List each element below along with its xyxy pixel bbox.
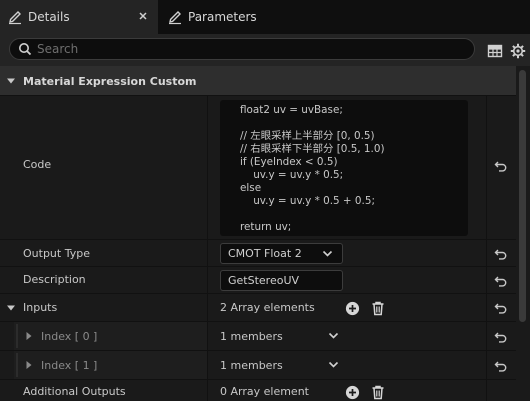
code-line: float2 uv = uvBase; bbox=[240, 104, 343, 116]
indent-bar bbox=[16, 324, 18, 348]
description-field[interactable]: GetStereoUV bbox=[220, 270, 343, 291]
caret-right-icon[interactable] bbox=[24, 331, 34, 341]
code-line: if (EyeIndex < 0.5) bbox=[240, 156, 338, 168]
index-label: Index [ 0 ] bbox=[41, 330, 98, 343]
additional-outputs-row: Additional Outputs 0 Array element bbox=[0, 380, 516, 401]
description-row: Description GetStereoUV bbox=[0, 267, 516, 294]
caret-right-icon[interactable] bbox=[24, 360, 34, 370]
caret-down-icon[interactable] bbox=[6, 76, 16, 86]
tab-parameters[interactable]: Parameters bbox=[160, 0, 340, 34]
trash-icon[interactable] bbox=[370, 300, 386, 316]
gear-icon[interactable] bbox=[509, 42, 527, 60]
tab-bar: Details Parameters bbox=[0, 0, 530, 34]
column-divider bbox=[207, 351, 208, 379]
additional-outputs-count: 0 Array element bbox=[220, 385, 309, 398]
inputs-count: 2 Array elements bbox=[220, 301, 315, 314]
chevron-down-icon bbox=[322, 248, 333, 262]
output-type-row: Output Type CMOT Float 2 bbox=[0, 240, 516, 267]
code-line: else bbox=[240, 182, 262, 194]
chevron-down-icon[interactable] bbox=[328, 330, 339, 344]
inputs-row: Inputs 2 Array elements bbox=[0, 294, 516, 322]
additional-outputs-label: Additional Outputs bbox=[23, 385, 126, 398]
scrollbar-thumb[interactable] bbox=[519, 70, 526, 322]
code-editor[interactable]: float2 uv = uvBase; // 左眼采样上半部分 [0, 0.5)… bbox=[220, 100, 468, 236]
trash-icon[interactable] bbox=[370, 384, 386, 400]
column-divider bbox=[486, 322, 487, 350]
indent-bar bbox=[16, 353, 18, 377]
add-element-button[interactable] bbox=[344, 300, 360, 316]
code-line: // 左眼采样上半部分 [0, 0.5) bbox=[240, 130, 375, 142]
reset-icon[interactable] bbox=[493, 246, 509, 262]
column-divider bbox=[486, 351, 487, 379]
tab-details[interactable]: Details bbox=[0, 0, 158, 34]
reset-icon[interactable] bbox=[493, 273, 509, 289]
close-icon[interactable] bbox=[136, 10, 150, 24]
column-divider bbox=[207, 240, 208, 266]
code-line: return uv; bbox=[240, 221, 292, 233]
column-divider bbox=[207, 267, 208, 293]
tab-label: Details bbox=[28, 10, 70, 24]
column-divider bbox=[486, 267, 487, 293]
column-divider bbox=[207, 294, 208, 321]
caret-down-icon[interactable] bbox=[6, 303, 16, 313]
inputs-label: Inputs bbox=[23, 301, 58, 314]
column-divider bbox=[486, 96, 487, 239]
output-type-value: CMOT Float 2 bbox=[228, 247, 302, 260]
add-element-button[interactable] bbox=[344, 384, 360, 400]
chevron-down-icon[interactable] bbox=[328, 359, 339, 373]
code-line: // 右眼采样下半部分 [0.5, 1.0) bbox=[240, 143, 385, 155]
reset-icon[interactable] bbox=[493, 329, 509, 345]
column-divider bbox=[207, 96, 208, 239]
members-value: 1 members bbox=[220, 359, 283, 372]
column-divider bbox=[486, 294, 487, 321]
table-view-icon[interactable] bbox=[486, 42, 504, 60]
category-header[interactable]: Material Expression Custom bbox=[0, 66, 516, 96]
input-index-row: Index [ 1 ] 1 members bbox=[0, 351, 516, 380]
search-icon bbox=[13, 42, 37, 56]
details-panel: Material Expression Custom Code float2 u… bbox=[0, 66, 516, 401]
tab-label: Parameters bbox=[188, 10, 257, 24]
reset-icon[interactable] bbox=[493, 158, 509, 174]
members-value: 1 members bbox=[220, 330, 283, 343]
output-type-label: Output Type bbox=[23, 247, 90, 260]
input-index-row: Index [ 0 ] 1 members bbox=[0, 322, 516, 351]
category-title: Material Expression Custom bbox=[23, 75, 197, 88]
code-line: uv.y = uv.y * 0.5; bbox=[240, 169, 344, 181]
column-divider bbox=[486, 240, 487, 266]
code-label: Code bbox=[23, 158, 52, 171]
index-label: Index [ 1 ] bbox=[41, 359, 98, 372]
search-input[interactable] bbox=[37, 42, 457, 56]
search-box[interactable] bbox=[9, 38, 475, 60]
code-line: uv.y = uv.y * 0.5 + 0.5; bbox=[240, 195, 375, 207]
output-type-dropdown[interactable]: CMOT Float 2 bbox=[220, 243, 343, 264]
pencil-icon bbox=[4, 0, 26, 34]
code-row: Code float2 uv = uvBase; // 左眼采样上半部分 [0,… bbox=[0, 96, 516, 240]
column-divider bbox=[207, 322, 208, 350]
pencil-icon bbox=[164, 0, 186, 34]
column-divider bbox=[207, 380, 208, 401]
reset-icon[interactable] bbox=[493, 300, 509, 316]
search-row bbox=[0, 34, 530, 66]
description-label: Description bbox=[23, 273, 86, 286]
reset-icon[interactable] bbox=[493, 358, 509, 374]
column-divider bbox=[486, 380, 487, 401]
